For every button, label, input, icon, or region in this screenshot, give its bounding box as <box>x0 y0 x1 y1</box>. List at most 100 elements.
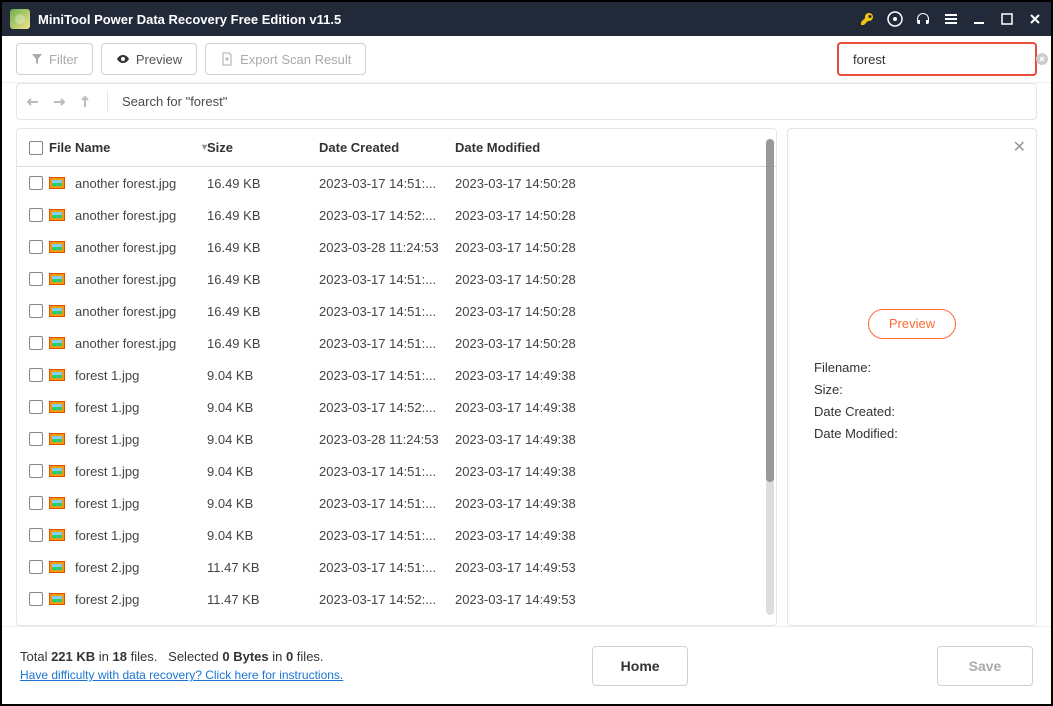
cell-modified: 2023-03-17 14:50:28 <box>455 304 766 319</box>
table-row[interactable]: forest 2.jpg11.47 KB2023-03-17 14:52:...… <box>17 583 776 615</box>
cell-modified: 2023-03-17 14:49:38 <box>455 432 766 447</box>
maximize-icon[interactable] <box>999 11 1015 27</box>
nav-back-icon[interactable] <box>25 94 41 110</box>
table-row[interactable]: forest 1.jpg9.04 KB2023-03-17 14:51:...2… <box>17 487 776 519</box>
cell-modified: 2023-03-17 14:49:53 <box>455 560 766 575</box>
meta-size: Size: <box>814 379 1016 401</box>
title-bar: MiniTool Power Data Recovery Free Editio… <box>2 2 1051 36</box>
cell-modified: 2023-03-17 14:50:28 <box>455 208 766 223</box>
table-row[interactable]: forest 1.jpg9.04 KB2023-03-28 11:24:5320… <box>17 423 776 455</box>
home-button[interactable]: Home <box>592 646 688 686</box>
column-header: File Name▾ Size Date Created Date Modifi… <box>17 129 776 167</box>
preview-button[interactable]: Preview <box>101 43 197 75</box>
save-button[interactable]: Save <box>937 646 1033 686</box>
footer-summary: Total 221 KB in 18 files. Selected 0 Byt… <box>20 649 343 682</box>
row-checkbox[interactable] <box>29 496 43 510</box>
cell-created: 2023-03-17 14:52:... <box>319 208 455 223</box>
cell-filename: forest 2.jpg <box>49 592 207 607</box>
col-modified[interactable]: Date Modified <box>455 140 766 155</box>
row-checkbox[interactable] <box>29 240 43 254</box>
key-icon[interactable] <box>859 11 875 27</box>
menu-icon[interactable] <box>943 11 959 27</box>
main-area: File Name▾ Size Date Created Date Modifi… <box>16 128 1037 626</box>
cell-size: 16.49 KB <box>207 240 319 255</box>
row-checkbox[interactable] <box>29 400 43 414</box>
image-file-icon <box>49 177 65 189</box>
col-size[interactable]: Size <box>207 140 319 155</box>
table-row[interactable]: forest 1.jpg9.04 KB2023-03-17 14:52:...2… <box>17 391 776 423</box>
image-file-icon <box>49 209 65 221</box>
cell-size: 9.04 KB <box>207 496 319 511</box>
separator <box>107 91 108 113</box>
filter-button[interactable]: Filter <box>16 43 93 75</box>
cell-size: 9.04 KB <box>207 528 319 543</box>
table-row[interactable]: another forest.jpg16.49 KB2023-03-17 14:… <box>17 167 776 199</box>
row-checkbox[interactable] <box>29 336 43 350</box>
cell-filename: forest 1.jpg <box>49 528 207 543</box>
cell-created: 2023-03-17 14:51:... <box>319 368 455 383</box>
table-row[interactable]: another forest.jpg16.49 KB2023-03-28 11:… <box>17 231 776 263</box>
cell-modified: 2023-03-17 14:50:28 <box>455 272 766 287</box>
row-checkbox[interactable] <box>29 304 43 318</box>
select-all-checkbox[interactable] <box>29 141 43 155</box>
table-row[interactable]: another forest.jpg16.49 KB2023-03-17 14:… <box>17 295 776 327</box>
col-filename[interactable]: File Name▾ <box>49 140 207 155</box>
table-row[interactable]: forest 1.jpg9.04 KB2023-03-17 14:51:...2… <box>17 519 776 551</box>
row-checkbox[interactable] <box>29 272 43 286</box>
row-checkbox[interactable] <box>29 464 43 478</box>
cell-modified: 2023-03-17 14:49:38 <box>455 496 766 511</box>
image-file-icon <box>49 369 65 381</box>
table-row[interactable]: forest 1.jpg9.04 KB2023-03-17 14:51:...2… <box>17 359 776 391</box>
col-created[interactable]: Date Created <box>319 140 455 155</box>
table-row[interactable]: forest 2.jpg11.47 KB2023-03-17 14:51:...… <box>17 551 776 583</box>
cell-size: 16.49 KB <box>207 176 319 191</box>
cell-size: 9.04 KB <box>207 464 319 479</box>
cell-size: 11.47 KB <box>207 592 319 607</box>
disc-icon[interactable] <box>887 11 903 27</box>
cell-filename: another forest.jpg <box>49 304 207 319</box>
cell-size: 16.49 KB <box>207 336 319 351</box>
minimize-icon[interactable] <box>971 11 987 27</box>
nav-forward-icon[interactable] <box>51 94 67 110</box>
cell-size: 9.04 KB <box>207 432 319 447</box>
cell-filename: another forest.jpg <box>49 208 207 223</box>
preview-action-button[interactable]: Preview <box>868 309 956 339</box>
nav-up-icon[interactable] <box>77 94 93 110</box>
cell-created: 2023-03-17 14:51:... <box>319 528 455 543</box>
cell-created: 2023-03-17 14:51:... <box>319 560 455 575</box>
meta-filename: Filename: <box>814 357 1016 379</box>
file-list-panel: File Name▾ Size Date Created Date Modifi… <box>16 128 777 626</box>
preview-meta: Filename: Size: Date Created: Date Modif… <box>808 357 1016 445</box>
row-checkbox[interactable] <box>29 368 43 382</box>
export-button[interactable]: Export Scan Result <box>205 43 366 75</box>
cell-created: 2023-03-17 14:51:... <box>319 464 455 479</box>
cell-filename: forest 1.jpg <box>49 464 207 479</box>
preview-close-icon[interactable]: ✕ <box>1013 137 1026 157</box>
image-file-icon <box>49 561 65 573</box>
table-row[interactable]: another forest.jpg16.49 KB2023-03-17 14:… <box>17 327 776 359</box>
row-checkbox[interactable] <box>29 432 43 446</box>
cell-modified: 2023-03-17 14:50:28 <box>455 240 766 255</box>
search-clear-icon[interactable] <box>1035 52 1049 66</box>
cell-created: 2023-03-17 14:51:... <box>319 176 455 191</box>
scrollbar[interactable] <box>766 139 774 615</box>
cell-modified: 2023-03-17 14:50:28 <box>455 336 766 351</box>
table-row[interactable]: forest 1.jpg9.04 KB2023-03-17 14:51:...2… <box>17 455 776 487</box>
cell-filename: forest 1.jpg <box>49 496 207 511</box>
row-checkbox[interactable] <box>29 176 43 190</box>
row-checkbox[interactable] <box>29 208 43 222</box>
help-link[interactable]: Have difficulty with data recovery? Clic… <box>20 668 343 682</box>
row-checkbox[interactable] <box>29 592 43 606</box>
close-icon[interactable] <box>1027 11 1043 27</box>
image-file-icon <box>49 465 65 477</box>
cell-created: 2023-03-17 14:51:... <box>319 496 455 511</box>
search-input[interactable] <box>853 52 1029 67</box>
table-row[interactable]: another forest.jpg16.49 KB2023-03-17 14:… <box>17 199 776 231</box>
table-row[interactable]: another forest.jpg16.49 KB2023-03-17 14:… <box>17 263 776 295</box>
headphones-icon[interactable] <box>915 11 931 27</box>
row-checkbox[interactable] <box>29 560 43 574</box>
cell-size: 9.04 KB <box>207 368 319 383</box>
cell-size: 16.49 KB <box>207 208 319 223</box>
export-label: Export Scan Result <box>240 52 351 67</box>
row-checkbox[interactable] <box>29 528 43 542</box>
